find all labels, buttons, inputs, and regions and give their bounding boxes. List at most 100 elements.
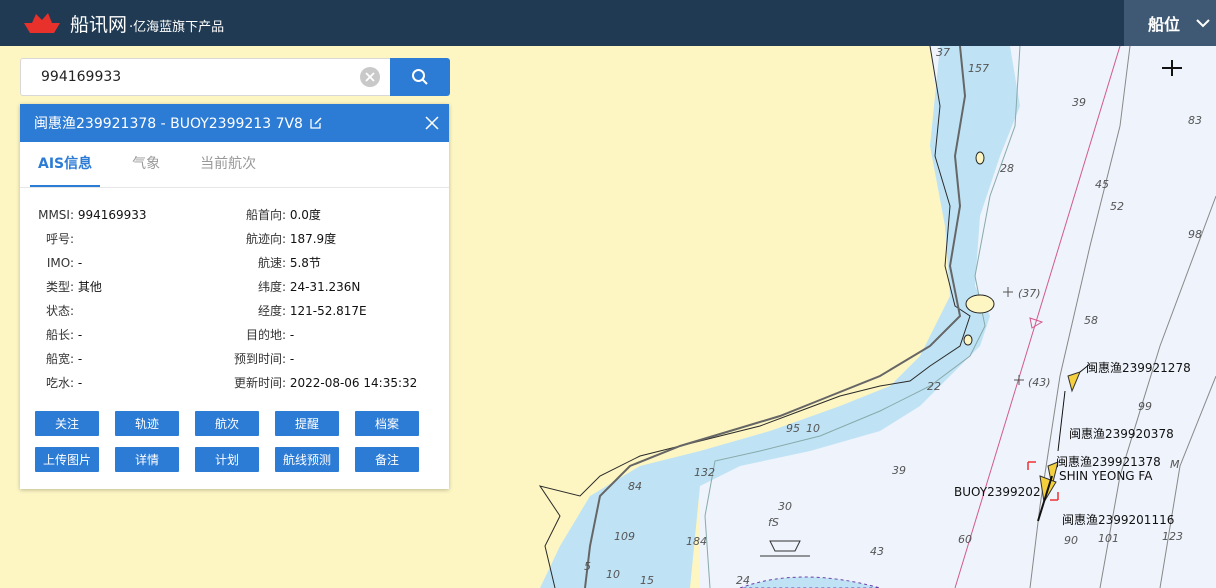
info-key: 船首向: — [245, 208, 286, 222]
depth-label: 60 — [958, 533, 972, 546]
info-value: - — [77, 376, 83, 390]
info-value: 994169933 — [77, 208, 147, 222]
info-value: - — [289, 328, 295, 342]
chevron-down-icon — [1196, 18, 1210, 27]
upload-photo-button[interactable]: 上传图片 — [35, 447, 99, 472]
info-value: 其他 — [77, 280, 102, 294]
info-value: - — [77, 256, 83, 270]
info-key: IMO: — [46, 256, 74, 270]
position-menu[interactable]: 船位 — [1124, 0, 1216, 46]
alert-button[interactable]: 提醒 — [275, 411, 339, 436]
vessel-label[interactable]: 闽惠渔239921378 — [1056, 453, 1161, 470]
search-input[interactable] — [21, 59, 341, 95]
search-icon — [412, 69, 428, 85]
depth-label: 98 — [1188, 228, 1202, 241]
info-row-eta: 预到时间: - — [224, 351, 294, 367]
info-key: MMSI: — [38, 208, 74, 222]
info-row-type: 类型: 其他 — [20, 279, 102, 295]
info-row-latitude: 纬度: 24-31.236N — [224, 279, 360, 295]
app-subtitle: ·亿海蓝旗下产品 — [129, 20, 225, 35]
depth-label: 30 — [778, 500, 792, 513]
app-title: 船讯网 — [70, 13, 128, 36]
search-button[interactable] — [390, 58, 450, 96]
close-icon[interactable] — [424, 115, 440, 131]
depth-label: 15 — [640, 574, 654, 587]
ais-info: MMSI: 994169933 呼号: IMO: - 类型: 其他 状态: 船长… — [20, 188, 449, 391]
depth-label: 52 — [1110, 200, 1124, 213]
info-key: 船长: — [45, 328, 74, 342]
depth-label: 90 — [1064, 534, 1078, 547]
depth-label: 132 — [694, 466, 715, 479]
info-key: 状态: — [45, 304, 74, 318]
depth-label: 83 — [1188, 114, 1202, 127]
depth-label: (43) — [1028, 376, 1051, 389]
depth-label: fS — [768, 516, 779, 529]
depth-label: 39 — [1072, 96, 1086, 109]
vessel-label[interactable]: 闽惠渔239920378 — [1069, 425, 1174, 442]
depth-label: M — [1170, 458, 1180, 471]
tab-ais-info[interactable]: AIS信息 — [30, 142, 101, 187]
info-row-longitude: 经度: 121-52.817E — [224, 303, 367, 319]
depth-label: 37 — [936, 46, 950, 59]
info-row-callsign: 呼号: — [20, 231, 74, 247]
info-key: 经度: — [257, 304, 286, 318]
track-button[interactable]: 轨迹 — [115, 411, 179, 436]
info-value: - — [77, 328, 83, 342]
depth-label: 39 — [892, 464, 906, 477]
tab-weather[interactable]: 气象 — [124, 142, 168, 187]
depth-label: 28 — [1000, 162, 1014, 175]
vessel-label[interactable]: SHIN YEONG FA — [1059, 469, 1152, 483]
info-key: 航迹向: — [245, 232, 286, 246]
info-row-draft: 吃水: - — [20, 375, 82, 391]
info-value: 5.8节 — [289, 256, 321, 270]
panel-tabs: AIS信息 气象 当前航次 — [20, 142, 449, 188]
info-key: 航速: — [257, 256, 286, 270]
route-forecast-button[interactable]: 航线预测 — [275, 447, 339, 472]
depth-label: 109 — [614, 530, 635, 543]
depth-label: 58 — [1084, 314, 1098, 327]
vessel-label[interactable]: BUOY2399202 — [954, 485, 1041, 499]
info-key: 船宽: — [45, 352, 74, 366]
info-value: - — [77, 352, 83, 366]
depth-label: 5 — [584, 560, 591, 573]
depth-label: 10 — [606, 568, 620, 581]
info-row-status: 状态: — [20, 303, 74, 319]
depth-label: 99 — [1138, 400, 1152, 413]
details-button[interactable]: 详情 — [115, 447, 179, 472]
edit-icon[interactable] — [309, 116, 323, 130]
vessel-label[interactable]: 闽惠渔239921278 — [1086, 359, 1191, 376]
voyage-button[interactable]: 航次 — [195, 411, 259, 436]
tab-current-voyage[interactable]: 当前航次 — [192, 142, 264, 187]
info-key: 目的地: — [245, 328, 286, 342]
clear-search-button[interactable] — [360, 67, 380, 87]
info-row-updated: 更新时间: 2022-08-06 14:35:32 — [224, 375, 417, 391]
info-row-beam: 船宽: - — [20, 351, 82, 367]
depth-label: 95 — [786, 422, 800, 435]
notes-button[interactable]: 备注 — [355, 447, 419, 472]
info-row-speed: 航速: 5.8节 — [224, 255, 321, 271]
info-value: 0.0度 — [289, 208, 321, 222]
info-key: 预到时间: — [233, 352, 286, 366]
info-value: 2022-08-06 14:35:32 — [289, 376, 418, 390]
info-key: 吃水: — [45, 376, 74, 390]
follow-button[interactable]: 关注 — [35, 411, 99, 436]
position-menu-label: 船位 — [1148, 15, 1181, 34]
plan-button[interactable]: 计划 — [195, 447, 259, 472]
depth-label: 101 — [1098, 532, 1119, 545]
depth-label: 184 — [686, 535, 707, 548]
search-box — [20, 58, 390, 96]
depth-label: 45 — [1095, 178, 1109, 191]
close-icon — [365, 72, 375, 82]
info-key: 呼号: — [45, 232, 74, 246]
info-value: 121-52.817E — [289, 304, 367, 318]
ship-logo-icon — [24, 13, 60, 33]
info-key: 更新时间: — [233, 376, 286, 390]
brand[interactable]: 船讯网 ·亿海蓝旗下产品 — [22, 8, 224, 38]
vessel-title: 闽惠渔239921378 - BUOY2399213 7V8 — [34, 116, 303, 132]
archive-button[interactable]: 档案 — [355, 411, 419, 436]
vessel-label[interactable]: 闽惠渔2399201116 — [1062, 511, 1174, 528]
depth-label: 84 — [628, 480, 642, 493]
info-value: 187.9度 — [289, 232, 337, 246]
depth-label: (37) — [1018, 287, 1041, 300]
depth-label: 123 — [1162, 530, 1183, 543]
